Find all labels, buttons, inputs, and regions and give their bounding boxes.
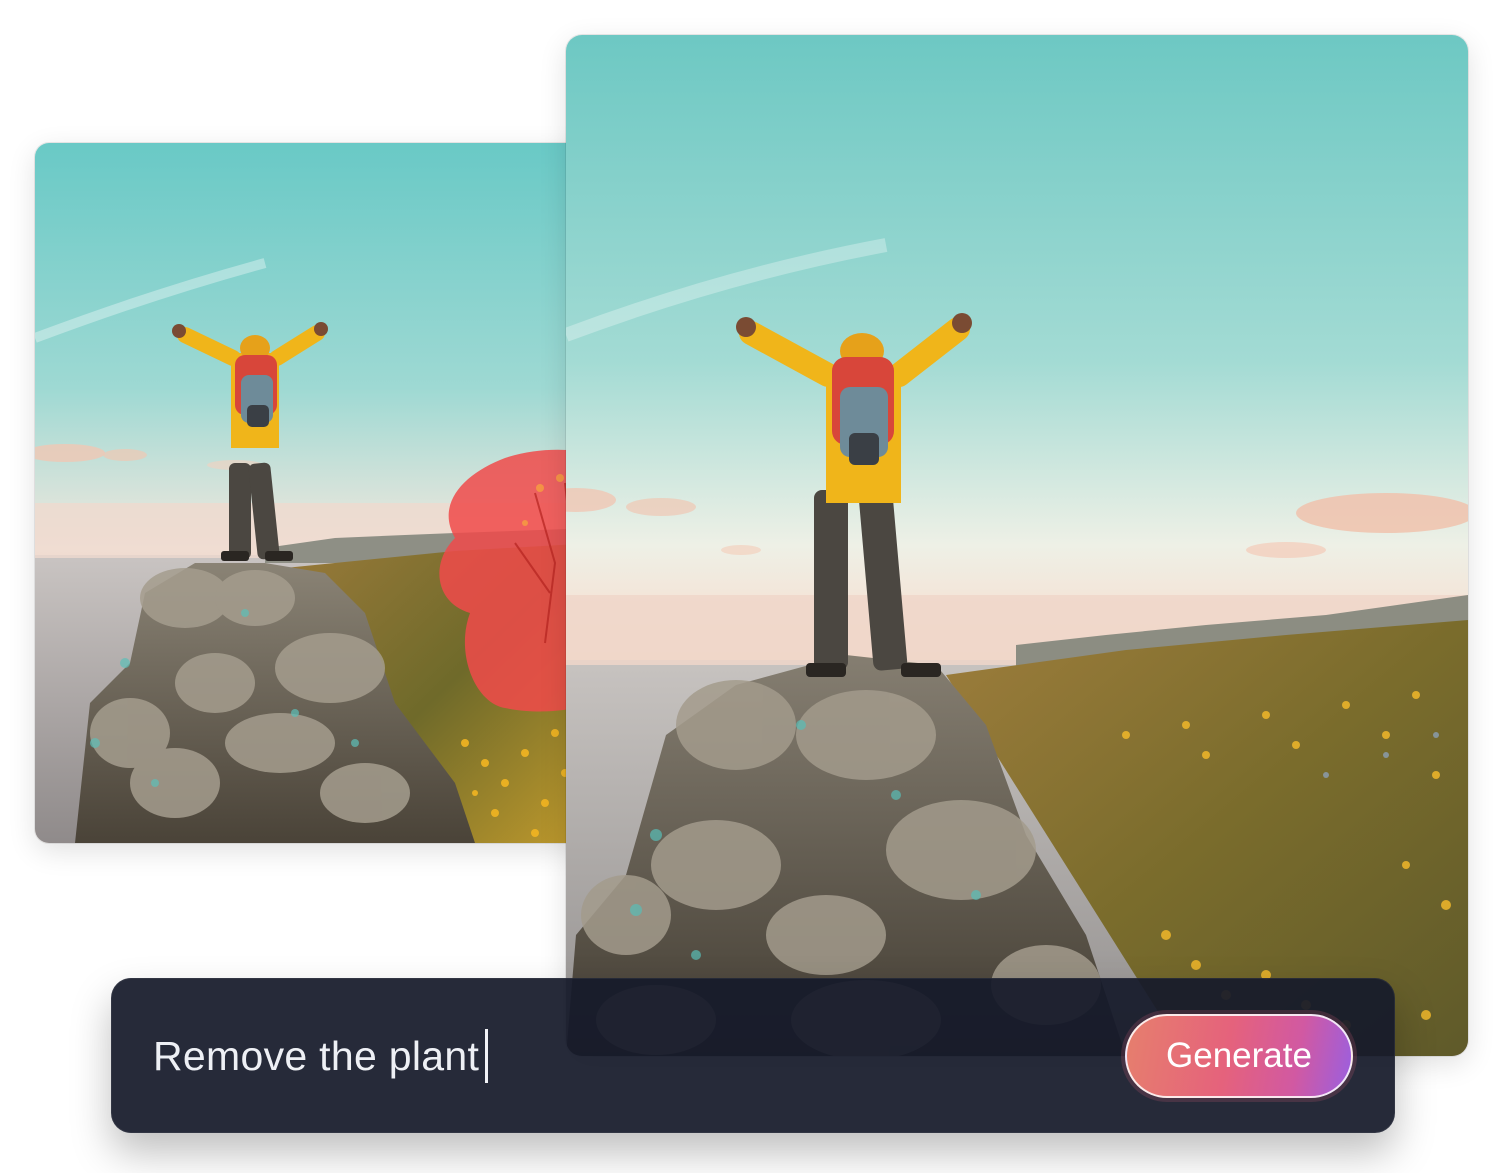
- edited-photo-art: [566, 35, 1468, 1056]
- edited-photo: [566, 35, 1468, 1056]
- prompt-input[interactable]: Remove the plant: [153, 1028, 489, 1084]
- text-caret: [485, 1029, 489, 1083]
- original-photo: [35, 143, 595, 843]
- prompt-bar: Remove the plant Generate: [111, 978, 1395, 1133]
- prompt-text: Remove the plant: [153, 1032, 480, 1079]
- editor-stage: Remove the plant Generate: [0, 0, 1503, 1173]
- original-photo-art: [35, 143, 595, 843]
- generate-button[interactable]: Generate: [1125, 1014, 1353, 1098]
